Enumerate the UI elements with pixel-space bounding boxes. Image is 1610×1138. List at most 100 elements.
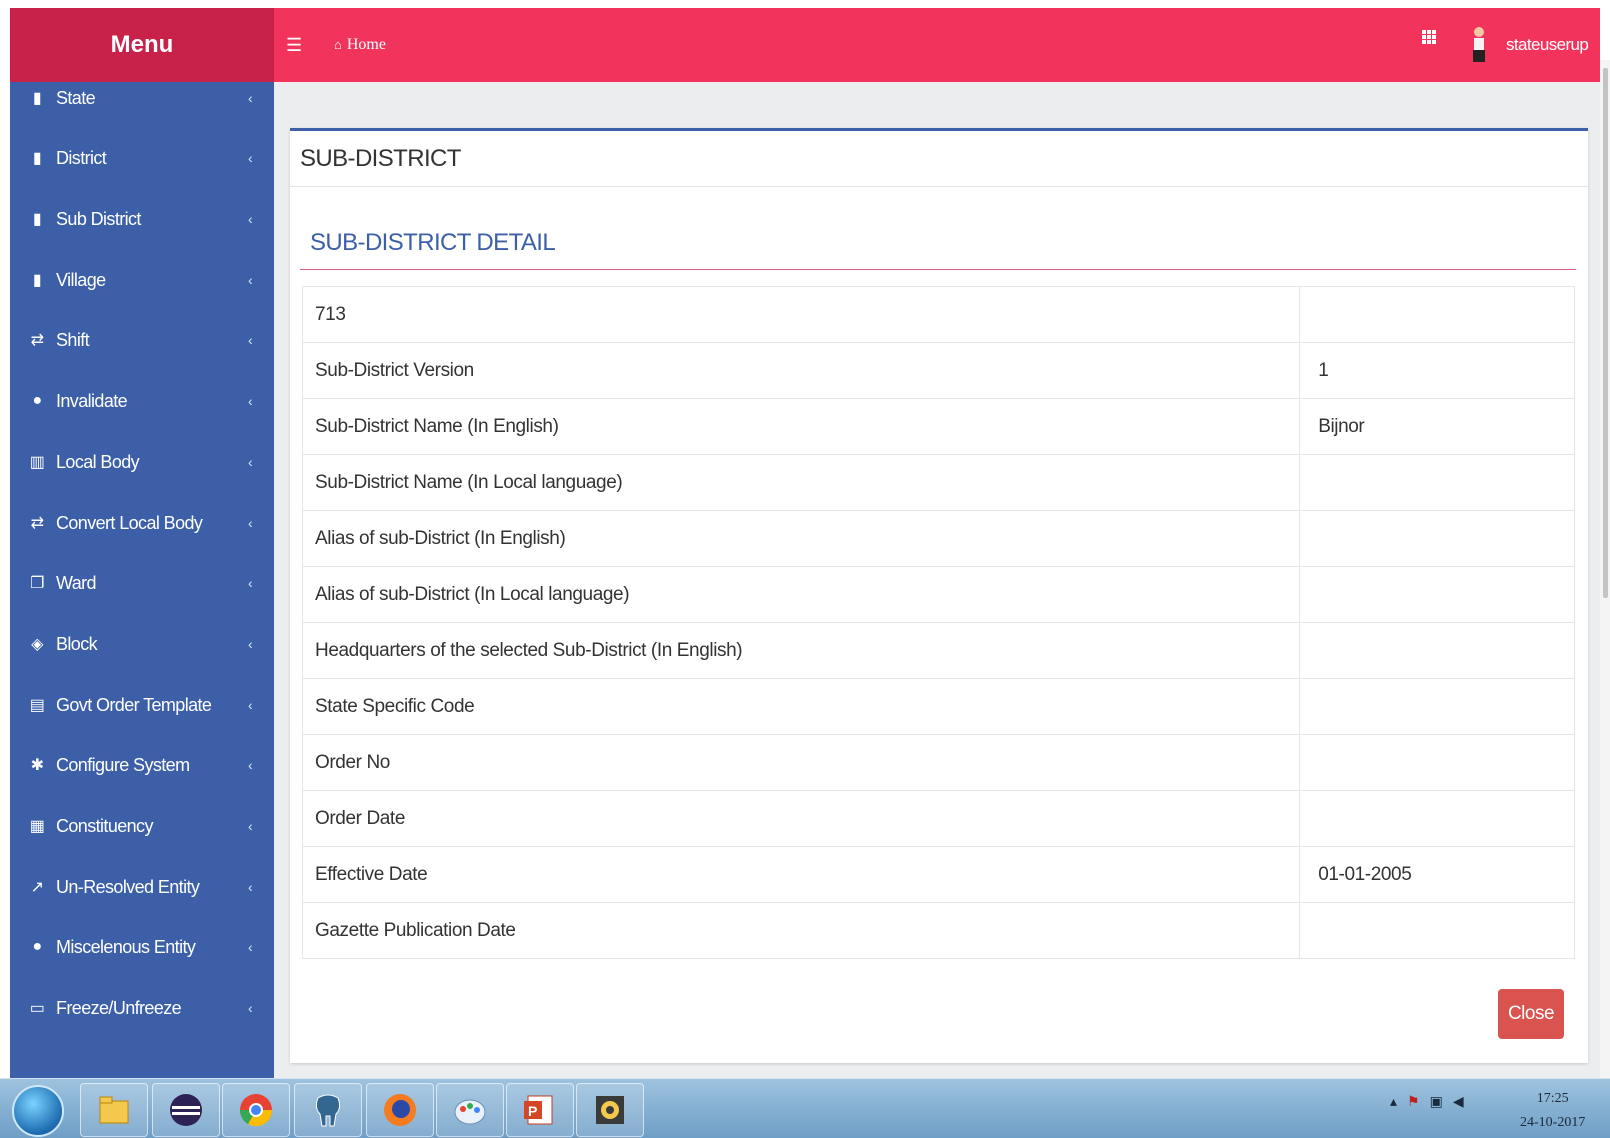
- user-avatar-icon[interactable]: [1471, 26, 1487, 62]
- explorer-icon: [99, 1096, 129, 1124]
- table-row: Sub-District Name (In English) Bijnor: [301, 398, 1575, 455]
- row-value: [1299, 510, 1575, 567]
- sidebar-item-label: Local Body: [56, 451, 140, 472]
- gear-icon: ✱: [30, 757, 44, 774]
- building-icon: ▮: [32, 90, 42, 107]
- sidebar-item-shift[interactable]: ⇄ Shift ‹: [10, 320, 274, 360]
- eclipse-taskbar-button[interactable]: [152, 1083, 220, 1137]
- sidebar-item-label: State: [56, 87, 96, 108]
- sidebar-item-village[interactable]: ▮ Village ‹: [10, 260, 274, 300]
- row-value: [1299, 622, 1575, 679]
- exchange-icon: ⇄: [30, 332, 44, 349]
- network-icon[interactable]: ▣: [1430, 1093, 1443, 1110]
- close-button[interactable]: Close: [1498, 989, 1564, 1039]
- hamburger-menu-icon[interactable]: ☰: [286, 35, 302, 56]
- page-title: SUB-DISTRICT: [300, 145, 461, 172]
- explorer-taskbar-button[interactable]: [80, 1083, 148, 1137]
- show-hidden-icons-icon[interactable]: ▴: [1390, 1093, 1397, 1110]
- apps-grid-icon[interactable]: [1422, 30, 1436, 44]
- clock-date: 24-10-2017: [1520, 1115, 1586, 1130]
- table-row: Alias of sub-District (In Local language…: [301, 566, 1575, 623]
- table-row: Alias of sub-District (In English): [301, 510, 1575, 567]
- sidebar-item-miscelenous-entity[interactable]: ● Miscelenous Entity ‹: [10, 927, 274, 967]
- sidebar-item-district[interactable]: ▮ District ‹: [10, 138, 274, 178]
- app-taskbar-button[interactable]: [576, 1083, 644, 1137]
- table-row: Order Date: [301, 790, 1575, 847]
- sidebar-item-label: Convert Local Body: [56, 512, 203, 533]
- chrome-taskbar-button[interactable]: [222, 1083, 290, 1137]
- copy-icon: ❐: [30, 575, 44, 592]
- sidebar-item-local-body[interactable]: ▥ Local Body ‹: [10, 442, 274, 482]
- svg-text:P: P: [528, 1103, 537, 1119]
- sidebar-item-constituency[interactable]: ▦ Constituency ‹: [10, 806, 274, 846]
- sidebar-item-sub-district[interactable]: ▮ Sub District ‹: [10, 199, 274, 239]
- row-value: [1299, 734, 1575, 791]
- chevron-left-icon: ‹: [247, 939, 253, 955]
- action-center-icon[interactable]: ⚑: [1407, 1093, 1420, 1110]
- scrollbar-thumb[interactable]: [1603, 68, 1608, 598]
- paint-icon: [454, 1099, 486, 1125]
- exchange-icon: ⇄: [30, 515, 44, 532]
- sidebar-item-label: Configure System: [56, 754, 190, 775]
- chevron-left-icon: ‹: [247, 575, 253, 591]
- firefox-taskbar-button[interactable]: [366, 1083, 434, 1137]
- chevron-left-icon: ‹: [247, 757, 253, 773]
- user-name[interactable]: stateuserup: [1506, 35, 1589, 55]
- chevron-left-icon: ‹: [247, 818, 253, 834]
- row-value: [1299, 678, 1575, 735]
- row-label: Sub-District Version: [301, 342, 1301, 399]
- check-circle-icon: ●: [32, 938, 42, 955]
- chevron-left-icon: ‹: [247, 454, 253, 470]
- sidebar-item-block[interactable]: ◈ Block ‹: [10, 624, 274, 664]
- sidebar-item-freeze-unfreeze[interactable]: ▭ Freeze/Unfreeze ‹: [10, 988, 274, 1028]
- row-value: [1299, 902, 1575, 959]
- building-icon: ▮: [32, 211, 42, 228]
- volume-icon[interactable]: ◀: [1453, 1093, 1464, 1110]
- paint-taskbar-button[interactable]: [436, 1083, 504, 1137]
- section-title: SUB-DISTRICT DETAIL: [310, 229, 556, 256]
- windows-taskbar: P ▴ ⚑ ▣ ◀ 17:25 24-10-2017: [0, 1078, 1610, 1138]
- sidebar-item-configure-system[interactable]: ✱ Configure System ‹: [10, 745, 274, 785]
- sidebar-item-govt-order-template[interactable]: ▤ Govt Order Template ‹: [10, 685, 274, 725]
- sidebar-item-label: District: [56, 147, 107, 168]
- sidebar-item-convert-local-body[interactable]: ⇄ Convert Local Body ‹: [10, 503, 274, 543]
- laptop-icon: ▭: [29, 1000, 45, 1017]
- sidebar-item-label: Govt Order Template: [56, 694, 212, 715]
- row-value: [1299, 454, 1575, 511]
- system-clock[interactable]: 17:25 24-10-2017: [1520, 1087, 1585, 1135]
- table-row: Sub-District Version 1: [301, 342, 1575, 399]
- powerpoint-icon: P: [524, 1095, 553, 1125]
- chevron-left-icon: ‹: [247, 272, 253, 288]
- screen: Menu ▮ State ‹ ▮ District ‹ ▮ Sub Distri…: [0, 0, 1610, 1138]
- row-value: [1299, 566, 1575, 623]
- table-row: Gazette Publication Date: [301, 902, 1575, 959]
- firefox-icon: [384, 1094, 416, 1126]
- home-link[interactable]: ⌂ Home: [334, 36, 386, 54]
- sidebar-item-label: Miscelenous Entity: [56, 936, 196, 957]
- sidebar-item-un-resolved-entity[interactable]: ↗ Un-Resolved Entity ‹: [10, 867, 274, 907]
- sidebar-item-label: Freeze/Unfreeze: [56, 997, 182, 1018]
- row-label: Gazette Publication Date: [301, 902, 1301, 959]
- table-row: State Specific Code: [301, 678, 1575, 735]
- sidebar-item-invalidate[interactable]: ● Invalidate ‹: [10, 381, 274, 421]
- chevron-left-icon: ‹: [247, 393, 253, 409]
- start-button[interactable]: [12, 1085, 64, 1137]
- menu-header: Menu: [10, 8, 274, 82]
- system-tray: ▴ ⚑ ▣ ◀: [1390, 1093, 1464, 1110]
- row-value: 1: [1299, 342, 1575, 399]
- building-icon: ▮: [32, 272, 42, 289]
- home-icon: ⌂: [334, 37, 342, 52]
- postgres-taskbar-button[interactable]: [294, 1083, 362, 1137]
- chevron-left-icon: ‹: [247, 636, 253, 652]
- sidebar-item-state[interactable]: ▮ State ‹: [10, 78, 274, 118]
- sidebar-item-label: Sub District: [56, 208, 141, 229]
- chevron-left-icon: ‹: [247, 515, 253, 531]
- sidebar-item-ward[interactable]: ❐ Ward ‹: [10, 563, 274, 603]
- sidebar-item-label: Invalidate: [56, 390, 128, 411]
- powerpoint-taskbar-button[interactable]: P: [506, 1083, 574, 1137]
- bank-icon: ▦: [29, 818, 45, 835]
- sub-district-panel: SUB-DISTRICT SUB-DISTRICT DETAIL 713 Sub…: [290, 128, 1588, 1063]
- detail-table: 713 Sub-District Version 1 Sub-District …: [301, 286, 1575, 959]
- sidebar-item-label: Un-Resolved Entity: [56, 876, 200, 897]
- section-divider: [300, 269, 1576, 270]
